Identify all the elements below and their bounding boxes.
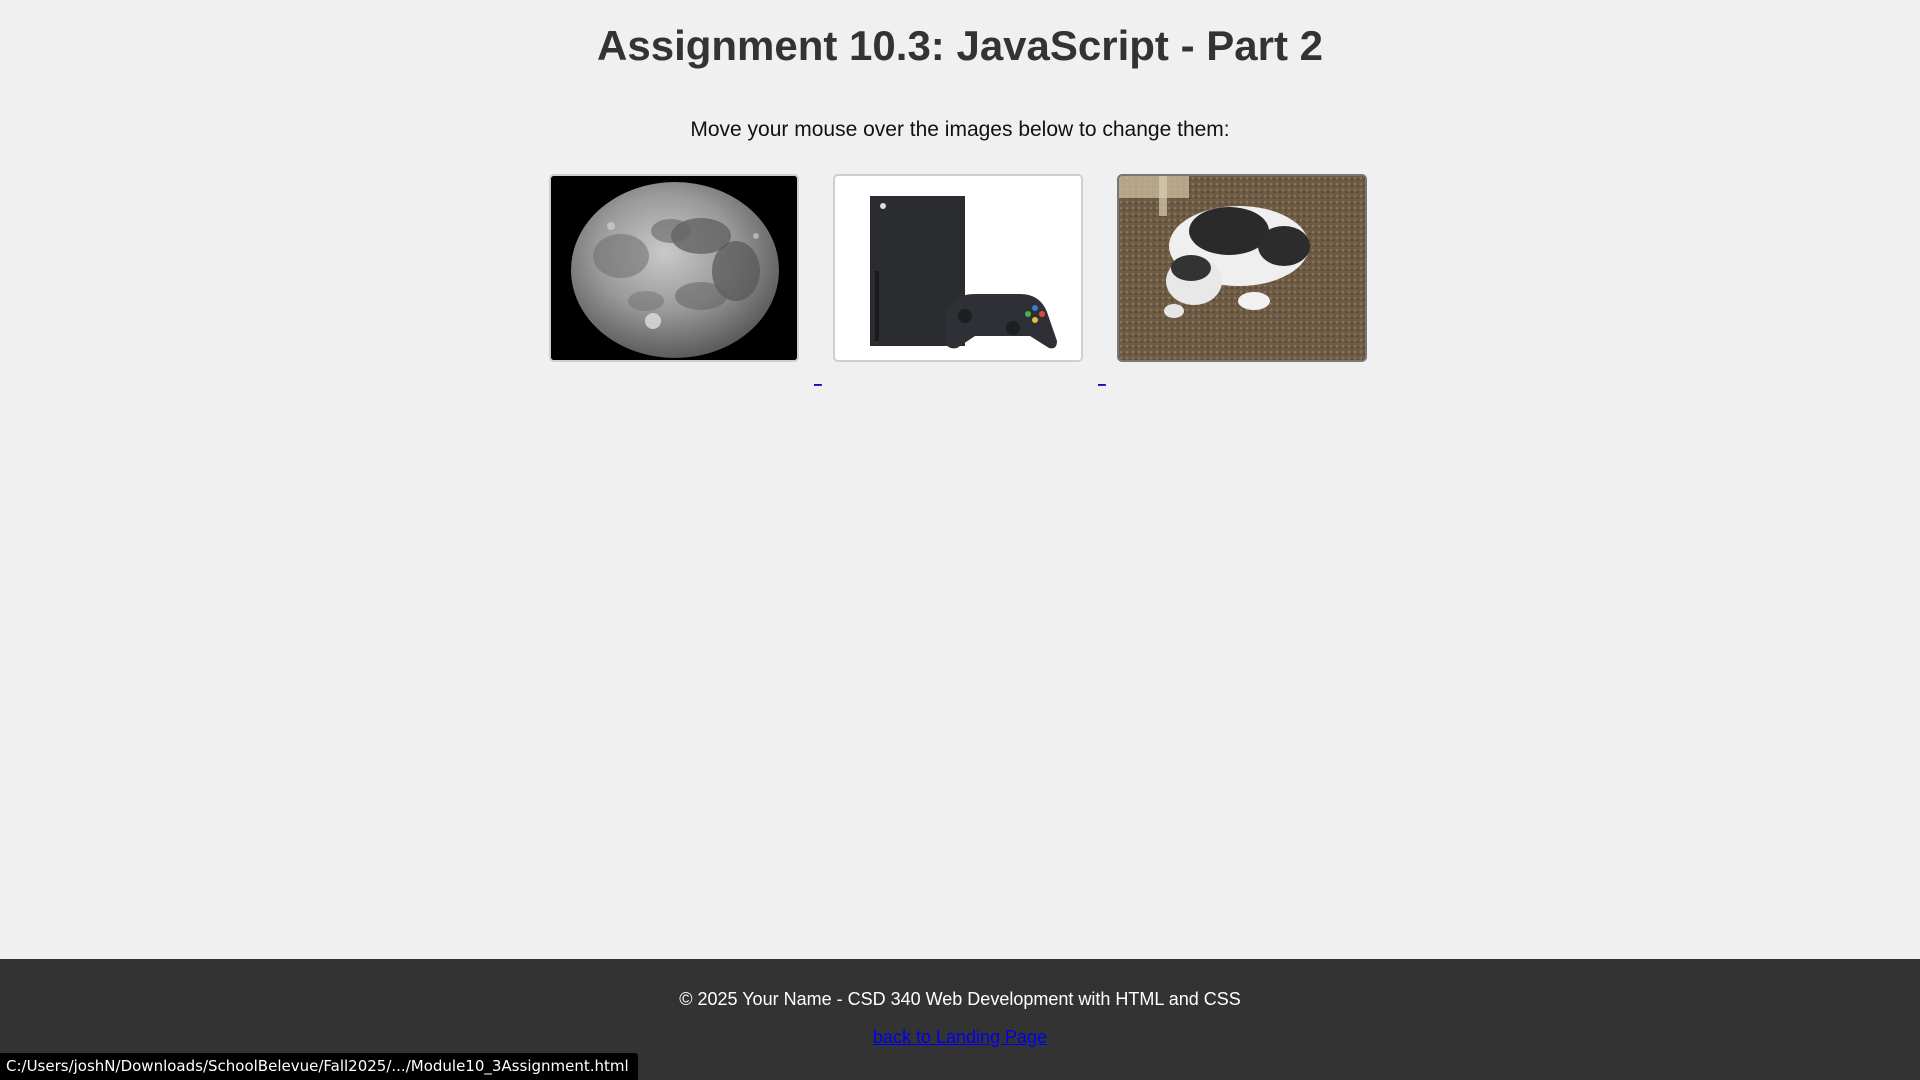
moon-image[interactable] <box>549 174 799 362</box>
footer-link-container: back to Landing Page <box>0 1027 1920 1048</box>
xbox-image[interactable] <box>833 174 1083 362</box>
image-link-gap-1[interactable]: _ <box>814 370 822 386</box>
back-to-landing-link[interactable]: back to Landing Page <box>873 1027 1047 1047</box>
moon-graphic <box>551 176 797 360</box>
cat-graphic <box>1119 176 1365 360</box>
status-bar-url: C:/Users/joshN/Downloads/SchoolBelevue/F… <box>0 1053 638 1080</box>
page: Assignment 10.3: JavaScript - Part 2 Mov… <box>0 0 1920 1080</box>
xbox-graphic <box>835 176 1081 360</box>
instructions-text: Move your mouse over the images below to… <box>690 118 1230 141</box>
page-title: Assignment 10.3: JavaScript - Part 2 <box>597 22 1323 69</box>
image-gallery: _ _ <box>549 174 1374 386</box>
cat-image[interactable] <box>1117 174 1367 362</box>
image-link-gap-2[interactable]: _ <box>1098 370 1106 386</box>
footer-copyright: © 2025 Your Name - CSD 340 Web Developme… <box>679 989 1241 1009</box>
